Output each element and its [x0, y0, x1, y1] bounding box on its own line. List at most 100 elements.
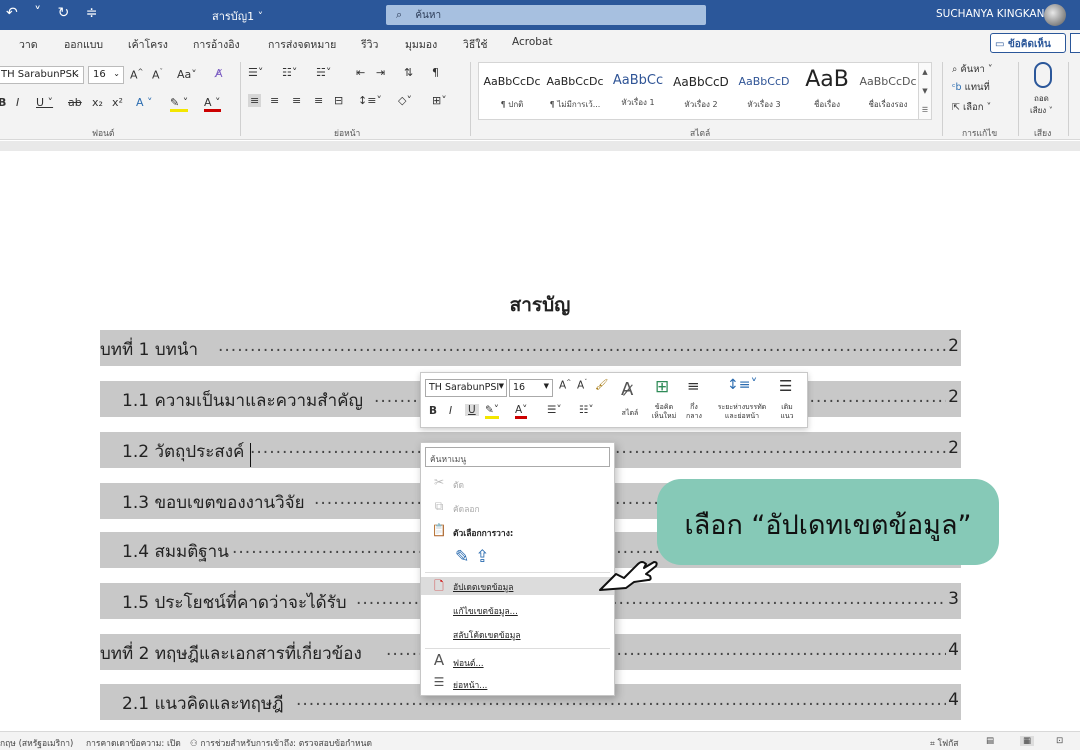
- multilevel-list-button[interactable]: ☵˅: [316, 66, 331, 79]
- styles-scroll[interactable]: ▲ ▼ ☰: [918, 62, 932, 120]
- italic-button[interactable]: I: [16, 96, 19, 109]
- user-name[interactable]: SUCHANYA KINGKAN: [936, 8, 1044, 20]
- tab-acrobat[interactable]: Acrobat: [512, 36, 553, 48]
- menu-item-update-field[interactable]: 🗋 อัปเดตเขตข้อมูล: [421, 577, 614, 595]
- shrink-font-button[interactable]: Aˇ: [152, 68, 163, 82]
- tab-draw[interactable]: วาด: [19, 36, 38, 53]
- style-title[interactable]: AaB ชื่อเรื่อง: [796, 67, 858, 117]
- more-icon[interactable]: ☰: [922, 106, 928, 114]
- mini-shrink-font-button[interactable]: Aˇ: [577, 379, 587, 392]
- mini-italic-button[interactable]: I: [449, 405, 452, 417]
- status-language[interactable]: กฤษ (สหรัฐอเมริกา): [0, 736, 73, 750]
- font-name-box[interactable]: TH SarabunPSK ⌄: [0, 66, 84, 84]
- share-button[interactable]: [1070, 33, 1080, 53]
- toc-page-number: 2: [948, 387, 959, 407]
- center-icon[interactable]: ≡: [687, 377, 700, 395]
- numbering-button[interactable]: ☷˅: [282, 66, 297, 79]
- tab-references[interactable]: การอ้างอิง: [193, 36, 240, 53]
- style-heading-2[interactable]: AaBbCcD หัวเรื่อง 2: [670, 67, 732, 117]
- quick-access-toolbar[interactable]: ↶ ˅ ↻ ≑: [6, 5, 104, 21]
- style-no-spacing[interactable]: AaBbCcDc ¶ ไม่มีการเว้...: [544, 67, 606, 117]
- distributed-button[interactable]: ⊟: [334, 94, 343, 107]
- justify-button[interactable]: ≡: [314, 94, 323, 107]
- borders-button[interactable]: ⊞˅: [432, 94, 447, 107]
- mini-bold-button[interactable]: B: [429, 405, 437, 417]
- style-normal[interactable]: AaBbCcDc ¶ ปกติ: [481, 67, 543, 117]
- new-comment-icon[interactable]: ⊞: [655, 377, 669, 397]
- document-title[interactable]: สารบัญ1 ˅: [212, 7, 263, 25]
- search-box[interactable]: ⌕ ค้นหา: [386, 5, 706, 25]
- mini-bullets-button[interactable]: ☰˅: [547, 404, 562, 416]
- change-case-button[interactable]: Aa˅: [177, 68, 197, 81]
- bullets-button[interactable]: ☰˅: [248, 66, 263, 79]
- align-right-button[interactable]: ≡: [292, 94, 301, 107]
- mini-highlight-button[interactable]: ✎˅: [485, 404, 500, 419]
- paste-text-only-icon[interactable]: ⇪: [475, 547, 495, 567]
- font-size-box[interactable]: 16 ⌄: [88, 66, 124, 84]
- chevron-up-icon[interactable]: ▲: [922, 68, 927, 76]
- find-button[interactable]: ⌕ ค้นหา ˅: [952, 62, 993, 77]
- style-heading-3[interactable]: AaBbCcD หัวเรื่อง 3: [733, 67, 795, 117]
- menu-item-copy[interactable]: ⧉ คัดลอก: [421, 499, 614, 517]
- toc-entry[interactable]: บทที่ 1 บทนำ ...........................…: [100, 330, 961, 366]
- decrease-indent-button[interactable]: ⇤: [356, 66, 365, 79]
- chevron-down-icon[interactable]: ▼: [922, 87, 927, 95]
- highlight-button[interactable]: ✎ ˅: [170, 96, 189, 112]
- shading-button[interactable]: ◇˅: [398, 94, 412, 107]
- mini-font-name-box[interactable]: TH SarabunPSI ▼: [425, 379, 507, 397]
- font-color-button[interactable]: A ˅: [204, 96, 221, 112]
- select-button[interactable]: ⇱ เลือก ˅: [952, 100, 991, 115]
- tab-review[interactable]: รีวิว: [361, 36, 378, 53]
- tab-layout[interactable]: เค้าโครง: [128, 36, 168, 53]
- text-effects-button[interactable]: A ˅: [136, 96, 153, 109]
- ruler-gap: [0, 141, 1080, 151]
- paste-keep-source-icon[interactable]: ✎: [455, 547, 475, 567]
- styles-icon[interactable]: A̷: [621, 379, 633, 400]
- menu-item-toggle-field-codes[interactable]: สลับโค้ดเขตข้อมูล: [421, 625, 614, 643]
- replace-button[interactable]: ᶜb แทนที่: [952, 80, 990, 95]
- paste-option-icons[interactable]: ✎⇪: [455, 547, 496, 567]
- read-mode-icon[interactable]: ▤: [986, 736, 994, 746]
- menu-item-edit-field[interactable]: แก้ไขเขตข้อมูล...: [421, 601, 614, 619]
- mini-font-size-box[interactable]: 16 ▼: [509, 379, 553, 397]
- menu-item-paragraph[interactable]: ☰ ย่อหน้า...: [421, 675, 614, 693]
- mini-grow-font-button[interactable]: A^: [559, 379, 571, 392]
- status-text-predictions[interactable]: การคาดเดาข้อความ: เปิด: [86, 736, 181, 750]
- increase-indent-button[interactable]: ⇥: [376, 66, 385, 79]
- indent-icon[interactable]: ☰: [779, 377, 792, 395]
- focus-button[interactable]: ⌗ โฟกัส: [930, 736, 958, 750]
- mini-font-color-button[interactable]: A˅: [515, 404, 528, 419]
- comments-button[interactable]: ▭ ข้อคิดเห็น: [990, 33, 1066, 53]
- mini-underline-button[interactable]: U: [465, 404, 479, 416]
- style-heading-1[interactable]: AaBbCc หัวเรื่อง 1: [607, 67, 669, 117]
- menu-item-cut[interactable]: ✂ ตัด: [421, 475, 614, 493]
- tab-design[interactable]: ออกแบบ: [64, 36, 103, 53]
- tab-view[interactable]: มุมมอง: [405, 36, 437, 53]
- print-layout-icon[interactable]: ▦: [1020, 736, 1035, 746]
- subscript-button[interactable]: x₂: [92, 96, 103, 109]
- menu-item-font[interactable]: A ฟอนต์...: [421, 651, 614, 671]
- show-marks-button[interactable]: ¶: [432, 66, 439, 79]
- sort-button[interactable]: ⇅: [404, 66, 413, 79]
- mini-numbering-button[interactable]: ☷˅: [579, 404, 594, 416]
- status-accessibility[interactable]: ⚇ การช่วยสำหรับการเข้าถึง: ตรวจสอบข้อกำห…: [190, 736, 372, 750]
- line-spacing-icon[interactable]: ↕≡˅: [727, 377, 757, 393]
- align-center-button[interactable]: ≡: [270, 94, 279, 107]
- underline-button[interactable]: U ˅: [36, 96, 53, 109]
- grow-font-button[interactable]: A^: [130, 68, 143, 82]
- menu-search-input[interactable]: ค้นหาเมนู: [425, 447, 610, 467]
- superscript-button[interactable]: x²: [112, 96, 123, 109]
- format-painter-icon[interactable]: 🖌: [595, 378, 608, 391]
- align-left-button[interactable]: ≡: [248, 94, 262, 107]
- bold-button[interactable]: B: [0, 96, 6, 109]
- microphone-icon[interactable]: [1034, 62, 1052, 88]
- avatar[interactable]: [1044, 4, 1066, 26]
- tab-help[interactable]: วิธีใช้: [463, 36, 488, 53]
- web-layout-icon[interactable]: ⊡: [1056, 736, 1063, 746]
- strikethrough-button[interactable]: ab: [68, 96, 82, 109]
- chevron-down-icon: ⌄: [113, 69, 120, 78]
- style-subtitle[interactable]: AaBbCcDc ชื่อเรื่องรอง: [857, 67, 919, 117]
- clear-formatting-icon[interactable]: A̸: [215, 67, 223, 80]
- tab-mailings[interactable]: การส่งจดหมาย: [268, 36, 336, 53]
- line-spacing-button[interactable]: ↕≡˅: [358, 94, 382, 107]
